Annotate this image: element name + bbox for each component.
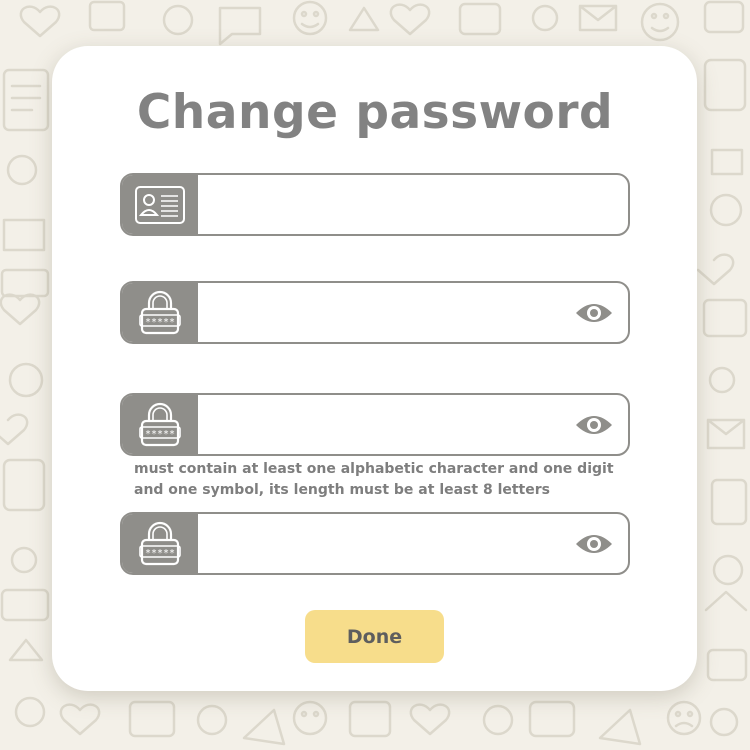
field-icon-container: ***** bbox=[122, 514, 198, 573]
id-card-icon bbox=[135, 185, 185, 224]
username-field[interactable] bbox=[120, 173, 630, 236]
change-password-dialog bbox=[52, 46, 697, 691]
new-password-input[interactable] bbox=[212, 395, 556, 454]
current-password-field[interactable]: ***** bbox=[120, 281, 630, 344]
eye-icon bbox=[576, 415, 612, 434]
padlock-icon: ***** bbox=[139, 521, 181, 565]
username-input[interactable] bbox=[212, 175, 556, 234]
padlock-mask: ***** bbox=[145, 548, 175, 559]
password-requirements-hint: must contain at least one alphabetic cha… bbox=[134, 461, 614, 498]
field-icon-container: ***** bbox=[122, 283, 198, 342]
show-password-toggle[interactable] bbox=[572, 406, 616, 443]
confirm-password-input[interactable] bbox=[212, 514, 556, 573]
confirm-password-field[interactable]: ***** bbox=[120, 512, 630, 575]
show-password-toggle[interactable] bbox=[572, 294, 616, 331]
show-password-toggle[interactable] bbox=[572, 525, 616, 562]
padlock-mask: ***** bbox=[145, 429, 175, 440]
field-icon-container bbox=[122, 175, 198, 234]
eye-icon bbox=[576, 534, 612, 553]
new-password-field[interactable]: ***** bbox=[120, 393, 630, 456]
padlock-mask: ***** bbox=[145, 317, 175, 328]
done-button[interactable]: Done bbox=[305, 610, 444, 663]
padlock-icon: ***** bbox=[139, 290, 181, 334]
field-icon-container: ***** bbox=[122, 395, 198, 454]
current-password-input[interactable] bbox=[212, 283, 556, 342]
padlock-icon: ***** bbox=[139, 402, 181, 446]
page-title: Change password bbox=[136, 85, 614, 140]
eye-icon bbox=[576, 303, 612, 322]
